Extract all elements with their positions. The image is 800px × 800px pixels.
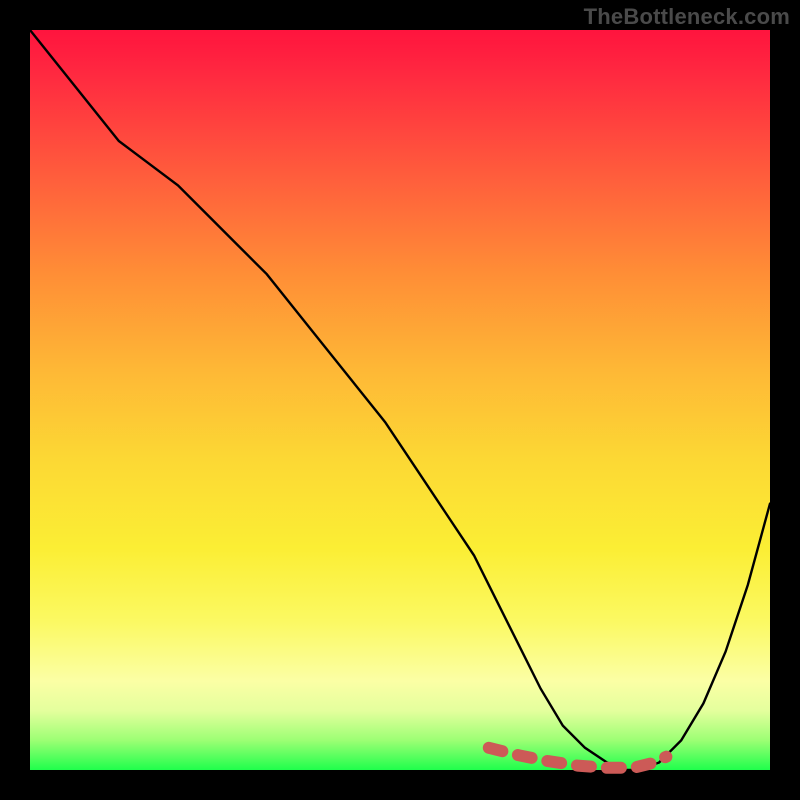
highlight-segment <box>489 748 667 768</box>
chart-svg <box>30 30 770 770</box>
watermark-text: TheBottleneck.com <box>584 4 790 30</box>
chart-canvas: TheBottleneck.com <box>0 0 800 800</box>
curve-line <box>30 30 770 770</box>
plot-area <box>30 30 770 770</box>
